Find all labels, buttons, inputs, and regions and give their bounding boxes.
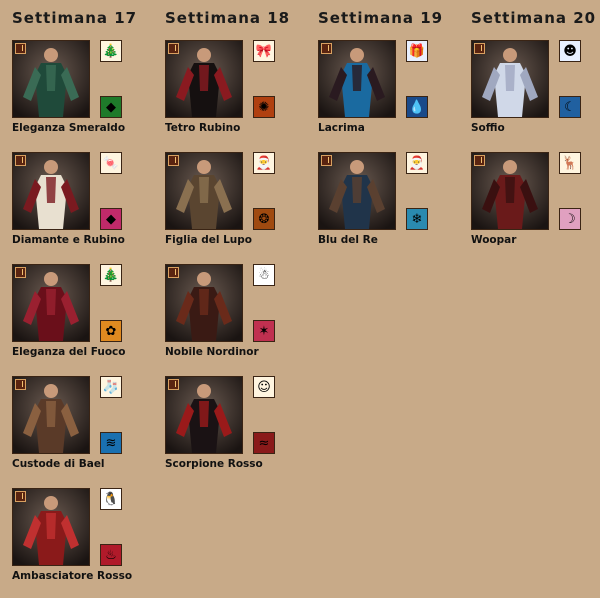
outfit-item[interactable]: 🧦 ≋ Custode di Bael — [12, 376, 152, 486]
outfit-image[interactable] — [471, 152, 549, 230]
outfit-image[interactable] — [12, 488, 90, 566]
crest-badge-icon — [15, 43, 26, 54]
green-crystal-icon: ◆ — [100, 96, 122, 118]
week-title: Settimana 18 — [165, 9, 291, 27]
outfit-name: Eleganza del Fuoco — [12, 346, 126, 358]
gift-bow-icon: 🎀 — [253, 40, 275, 62]
outfit-image[interactable] — [318, 40, 396, 118]
gingerbread-icon: ☺ — [253, 376, 275, 398]
crest-badge-icon — [168, 379, 179, 390]
christmas-tree-icon: 🎄 — [100, 40, 122, 62]
ice-crystal-icon: ❄ — [406, 208, 428, 230]
outfit-item[interactable]: 🦌 ☽ Woopar — [471, 152, 600, 262]
outfit-image[interactable] — [165, 152, 243, 230]
pink-crescent-icon: ☽ — [559, 208, 581, 230]
outfit-name: Woopar — [471, 234, 517, 246]
outfit-item[interactable]: ☃ ✶ Nobile Nordinor — [165, 264, 305, 374]
outfit-image[interactable] — [12, 40, 90, 118]
crest-badge-icon — [15, 155, 26, 166]
paw-icon: ❂ — [253, 208, 275, 230]
outfit-item[interactable]: 🍬 ◆ Diamante e Rubino — [12, 152, 152, 262]
week-title: Settimana 19 — [318, 9, 444, 27]
red-flame-icon: ♨ — [100, 544, 122, 566]
outfit-image[interactable] — [165, 264, 243, 342]
outfit-item[interactable]: 🎅 ❄ Blu del Re — [318, 152, 458, 262]
outfit-name: Eleganza Smeraldo — [12, 122, 126, 134]
outfit-image[interactable] — [165, 376, 243, 454]
water-swirl-icon: ≋ — [100, 432, 122, 454]
reindeer-icon: 🦌 — [559, 152, 581, 174]
week-column: Settimana 19 🎁 💧 Lacrima 🎅 ❄ Blu del Re — [318, 0, 468, 583]
week-title: Settimana 17 — [12, 9, 138, 27]
outfit-name: Nobile Nordinor — [165, 346, 259, 358]
week-column: Settimana 17 🎄 ◆ Eleganza Smeraldo 🍬 ◆ Diama… — [12, 0, 162, 583]
outfit-item[interactable]: 🎄 ◆ Eleganza Smeraldo — [12, 40, 152, 150]
week-column: Settimana 18 🎀 ✺ Tetro Rubino 🎅 ❂ Figlia del… — [165, 0, 315, 583]
outfit-image[interactable] — [471, 40, 549, 118]
candy-cane-icon: 🍬 — [100, 152, 122, 174]
outfit-item[interactable]: ☺ ≈ Scorpione Rosso — [165, 376, 305, 486]
outfit-name: Ambasciatore Rosso — [12, 570, 133, 582]
stocking-icon: 🧦 — [100, 376, 122, 398]
outfit-name: Diamante e Rubino — [12, 234, 125, 246]
crest-badge-icon — [474, 43, 485, 54]
outfit-name: Custode di Bael — [12, 458, 105, 470]
outfit-item[interactable]: 🐧 ♨ Ambasciatore Rosso — [12, 488, 152, 598]
crest-badge-icon — [168, 43, 179, 54]
outfit-name: Figlia del Lupo — [165, 234, 253, 246]
outfit-image[interactable] — [165, 40, 243, 118]
outfit-item[interactable]: 🎄 ✿ Eleganza del Fuoco — [12, 264, 152, 374]
week-column: Settimana 20 ☻ ☾ Soffio 🦌 ☽ Woopar — [471, 0, 600, 583]
crescent-wind-icon: ☾ — [559, 96, 581, 118]
pink-star-icon: ✶ — [253, 320, 275, 342]
week-title: Settimana 20 — [471, 9, 597, 27]
outfit-item[interactable]: 🎅 ❂ Figlia del Lupo — [165, 152, 305, 262]
crest-badge-icon — [15, 379, 26, 390]
crest-badge-icon — [168, 155, 179, 166]
fire-disk-icon: ✺ — [253, 96, 275, 118]
crest-badge-icon — [474, 155, 485, 166]
outfit-image[interactable] — [12, 152, 90, 230]
outfit-name: Blu del Re — [318, 234, 378, 246]
outfit-image[interactable] — [12, 376, 90, 454]
crest-badge-icon — [15, 491, 26, 502]
pink-crystal-icon: ◆ — [100, 208, 122, 230]
outfit-item[interactable]: ☻ ☾ Soffio — [471, 40, 600, 150]
outfit-name: Soffio — [471, 122, 505, 134]
penguin-icon: 🐧 — [100, 488, 122, 510]
orange-flower-icon: ✿ — [100, 320, 122, 342]
santa-face-icon: 🎅 — [406, 152, 428, 174]
crest-badge-icon — [321, 43, 332, 54]
outfit-item[interactable]: 🎁 💧 Lacrima — [318, 40, 458, 150]
outfit-name: Tetro Rubino — [165, 122, 241, 134]
santa-icon: 🎅 — [253, 152, 275, 174]
crest-badge-icon — [321, 155, 332, 166]
water-drop-icon: 💧 — [406, 96, 428, 118]
christmas-tree-icon: 🎄 — [100, 264, 122, 286]
crest-badge-icon — [15, 267, 26, 278]
outfit-image[interactable] — [12, 264, 90, 342]
snowman-icon: ☃ — [253, 264, 275, 286]
outfit-image[interactable] — [318, 152, 396, 230]
claw-marks-icon: ≈ — [253, 432, 275, 454]
crest-badge-icon — [168, 267, 179, 278]
outfit-item[interactable]: 🎀 ✺ Tetro Rubino — [165, 40, 305, 150]
blue-character-icon: ☻ — [559, 40, 581, 62]
present-icon: 🎁 — [406, 40, 428, 62]
outfit-name: Lacrima — [318, 122, 365, 134]
outfit-name: Scorpione Rosso — [165, 458, 263, 470]
